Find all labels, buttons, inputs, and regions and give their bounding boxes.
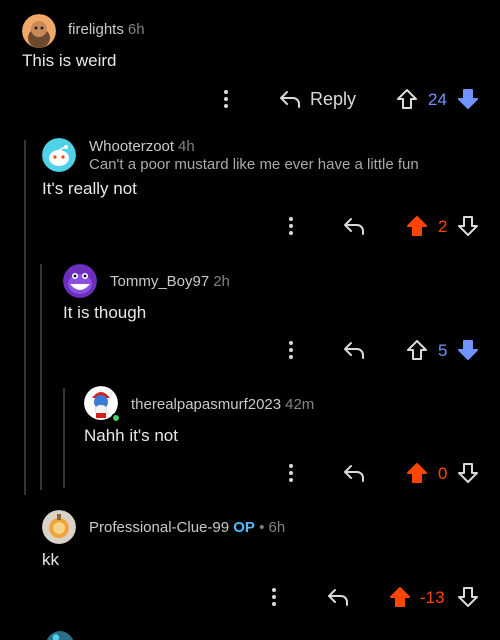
username[interactable]: Professional-Clue-99 — [89, 519, 229, 536]
downvote-icon[interactable] — [457, 462, 479, 484]
online-indicator — [111, 413, 121, 423]
op-badge: OP — [233, 519, 255, 536]
vote-count: 0 — [438, 464, 448, 483]
reply-icon[interactable] — [342, 339, 366, 361]
avatar[interactable] — [22, 14, 56, 48]
upvote-icon[interactable] — [406, 215, 428, 237]
user-flair: Can't a poor mustard like me ever have a… — [89, 156, 419, 173]
downvote-icon[interactable] — [457, 339, 479, 361]
downvote-icon[interactable] — [457, 586, 479, 608]
avatar[interactable] — [46, 631, 74, 640]
timestamp: 4h — [178, 138, 195, 155]
timestamp: 2h — [213, 273, 230, 290]
username[interactable]: therealpapasmurf2023 — [131, 396, 281, 413]
reply-icon[interactable] — [342, 215, 366, 237]
username[interactable]: Whooterzoot — [89, 138, 174, 155]
more-options-icon[interactable] — [285, 216, 297, 236]
more-options-icon[interactable] — [268, 587, 280, 607]
avatar[interactable] — [42, 510, 76, 544]
more-options-icon[interactable] — [220, 89, 232, 109]
upvote-icon[interactable] — [396, 88, 418, 110]
avatar[interactable] — [42, 138, 76, 172]
more-options-icon[interactable] — [285, 340, 297, 360]
vote-count: 5 — [438, 341, 448, 360]
comment-body: It is though — [63, 303, 147, 322]
thread-line-level-1[interactable] — [24, 140, 26, 495]
reply-icon[interactable] — [342, 462, 366, 484]
vote-count: 2 — [438, 217, 448, 236]
reply-icon[interactable] — [326, 586, 350, 608]
more-options-icon[interactable] — [285, 463, 297, 483]
vote-count: 24 — [428, 90, 447, 109]
comment-meta: Whooterzoot 4h — [89, 138, 195, 155]
comment-body: Nahh it's not — [84, 426, 178, 445]
comment-body: It's really not — [42, 179, 137, 198]
separator: • — [259, 519, 265, 536]
upvote-icon[interactable] — [406, 462, 428, 484]
timestamp: 6h — [127, 21, 145, 38]
timestamp: 6h — [268, 519, 286, 536]
upvote-icon[interactable] — [389, 586, 411, 608]
comment-body: kk — [42, 550, 59, 569]
username[interactable]: firelights — [68, 21, 124, 38]
downvote-icon[interactable] — [457, 88, 479, 110]
thread-line-level-2[interactable] — [40, 264, 42, 490]
reply-button[interactable]: Reply — [310, 89, 356, 110]
thread-line-level-3[interactable] — [63, 388, 65, 488]
comment-body: This is weird — [22, 51, 117, 70]
avatar[interactable] — [63, 264, 97, 298]
vote-count: -13 — [420, 588, 445, 607]
reply-icon[interactable] — [278, 88, 302, 110]
comment-meta: Tommy_Boy97 2h — [110, 273, 230, 290]
upvote-icon[interactable] — [406, 339, 428, 361]
comment-meta: firelights 6h — [68, 21, 145, 38]
comment-meta: therealpapasmurf2023 42m — [131, 396, 314, 413]
downvote-icon[interactable] — [457, 215, 479, 237]
comment-meta: Professional-Clue-99 OP • 6h — [89, 519, 285, 536]
timestamp: 42m — [285, 396, 315, 413]
username[interactable]: Tommy_Boy97 — [110, 273, 209, 290]
